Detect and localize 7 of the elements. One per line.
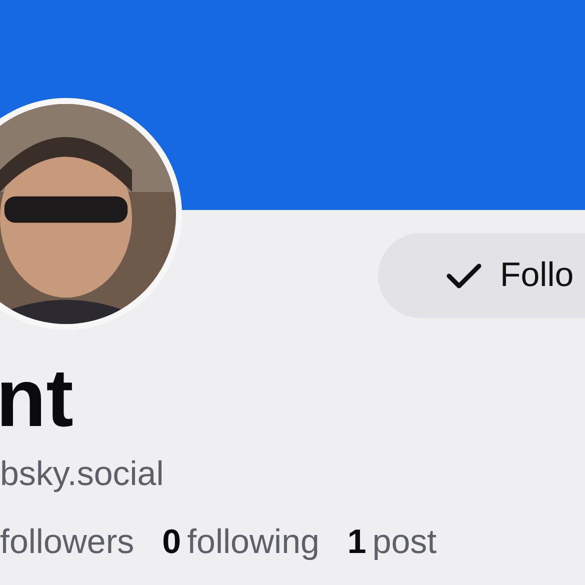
follow-button[interactable]: Follo (378, 233, 585, 318)
stat-link[interactable]: 1 post (347, 522, 437, 562)
check-icon (446, 262, 482, 290)
display-name: nt (0, 358, 74, 440)
handle: bsky.social (0, 454, 165, 494)
stat-link[interactable]: 0 following (162, 522, 320, 562)
stat-link[interactable]: followers (0, 522, 134, 562)
